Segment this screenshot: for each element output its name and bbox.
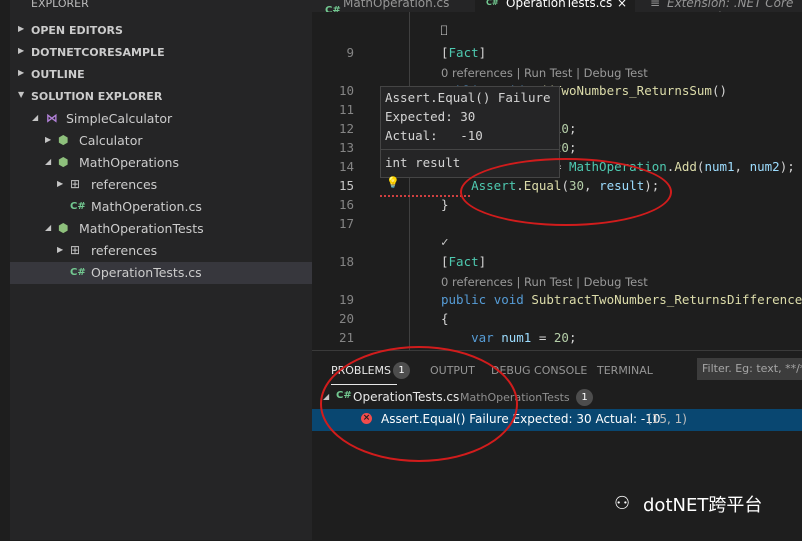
line-number: 13	[338, 140, 354, 155]
line-number: 21	[338, 330, 354, 345]
line-number: 20	[338, 311, 354, 326]
sidebar: EXPLORER ▶ OPEN EDITORS ▶ DOTNETCORESAMP…	[0, 0, 312, 540]
code-line: }	[441, 197, 449, 212]
tree-item-project[interactable]: ▶ ⬢ Calculator	[10, 130, 312, 152]
hover-actual: Actual: -10	[385, 128, 483, 143]
annotation-circle	[320, 346, 518, 462]
visual-studio-icon: ⋈	[46, 111, 58, 125]
tab-math-operation[interactable]: C# MathOperation.cs	[312, 0, 462, 12]
tab-extension[interactable]: ≡ Extension: .NET Core Test Explorer	[640, 0, 802, 12]
code-line: [Fact]	[441, 45, 487, 60]
chevron-right-icon: ▶	[45, 135, 52, 144]
test-passed-icon: ✓	[441, 234, 449, 249]
references-icon: ⊞	[70, 243, 81, 257]
tree-item-label: references	[91, 243, 158, 258]
chevron-down-icon: ◢	[45, 223, 52, 232]
code-line: {	[441, 311, 449, 326]
section-solution-explorer[interactable]: ▼ SOLUTION EXPLORER	[10, 86, 312, 108]
references-icon: ⊞	[70, 177, 81, 191]
tree-item-project[interactable]: ◢ ⬢ MathOperationTests	[10, 218, 312, 240]
wechat-icon: ⚇	[614, 493, 631, 514]
tree-item-label: Calculator	[79, 133, 143, 148]
chevron-right-icon: ▶	[57, 179, 64, 188]
csharp-file-icon: C#	[325, 5, 341, 12]
section-open-editors[interactable]: ▶ OPEN EDITORS	[10, 20, 312, 42]
lightbulb-icon[interactable]: 💡	[386, 176, 400, 189]
section-label: OPEN EDITORS	[31, 24, 123, 37]
activity-bar-edge	[0, 0, 10, 540]
hover-separator	[381, 149, 559, 150]
tab-operation-tests[interactable]: C# OperationTests.cs ×	[475, 0, 635, 12]
section-label: DOTNETCORESAMPLE	[31, 46, 165, 59]
problem-location: (15, 1)	[647, 412, 687, 426]
csharp-project-icon: ⬢	[58, 221, 69, 235]
tree-item-references[interactable]: ▶ ⊞ references	[10, 240, 312, 262]
line-number: 11	[338, 102, 354, 117]
chevron-right-icon: ▶	[18, 68, 25, 77]
line-number: 12	[338, 121, 354, 136]
line-number: 14	[338, 159, 354, 174]
csharp-file-icon: C#	[70, 267, 86, 278]
tab-terminal[interactable]: TERMINAL	[597, 364, 653, 377]
watermark-text: dotNET跨平台	[643, 495, 763, 516]
tab-label: OperationTests.cs	[506, 0, 613, 10]
bracket-marker: ⎕	[441, 26, 448, 37]
chevron-down-icon: ◢	[45, 157, 52, 166]
editor-tab-bar: C# MathOperation.cs C# OperationTests.cs…	[312, 0, 802, 12]
line-number: 18	[338, 254, 354, 269]
annotation-circle	[460, 158, 672, 226]
csharp-file-icon: C#	[486, 0, 499, 7]
line-number: 15	[338, 178, 354, 193]
tree-item-label: OperationTests.cs	[91, 265, 202, 280]
sidebar-title: EXPLORER	[31, 0, 89, 10]
tree-item-references[interactable]: ▶ ⊞ references	[10, 174, 312, 196]
tree-item-label: MathOperations	[79, 155, 179, 170]
close-icon[interactable]: ×	[617, 0, 627, 10]
code-line: var num1 = 20;	[471, 330, 577, 345]
section-label: SOLUTION EXPLORER	[31, 90, 163, 103]
tree-item-label: SimpleCalculator	[66, 111, 173, 126]
line-number: 17	[338, 216, 354, 231]
chevron-down-icon: ◢	[32, 113, 39, 122]
tree-item-project[interactable]: ◢ ⬢ MathOperations	[10, 152, 312, 174]
tree-item-label: MathOperation.cs	[91, 199, 202, 214]
hover-title: Assert.Equal() Failure	[385, 90, 551, 105]
csharp-project-icon: ⬢	[58, 133, 69, 147]
tree-item-label: MathOperationTests	[79, 221, 204, 236]
tree-item-file-selected[interactable]: C# OperationTests.cs	[10, 262, 312, 284]
line-number: 19	[338, 292, 354, 307]
csharp-project-icon: ⬢	[58, 155, 69, 169]
section-outline[interactable]: ▶ OUTLINE	[10, 64, 312, 86]
error-squiggle	[380, 193, 470, 197]
section-label: OUTLINE	[31, 68, 85, 81]
tree-item-solution[interactable]: ◢ ⋈ SimpleCalculator	[10, 108, 312, 130]
tree-item-label: references	[91, 177, 158, 192]
line-number: 9	[346, 45, 354, 60]
chevron-down-icon: ▼	[18, 90, 25, 99]
tab-label: MathOperation.cs	[343, 0, 450, 10]
chevron-right-icon: ▶	[57, 245, 64, 254]
hover-signature: int result	[385, 155, 461, 170]
hover-expected: Expected: 30	[385, 109, 476, 124]
chevron-right-icon: ▶	[18, 24, 25, 33]
line-number: 10	[338, 83, 354, 98]
code-line: public void SubtractTwoNumbers_ReturnsDi…	[441, 292, 802, 307]
problem-count-badge: 1	[576, 389, 593, 406]
tree-item-file[interactable]: C# MathOperation.cs	[10, 196, 312, 218]
code-line: [Fact]	[441, 254, 487, 269]
section-workspace[interactable]: ▶ DOTNETCORESAMPLE	[10, 42, 312, 64]
csharp-file-icon: C#	[70, 201, 86, 212]
line-number: 16	[338, 197, 354, 212]
problems-filter-input[interactable]: Filter. Eg: text, **/*.ts, !**/node_modu…	[697, 358, 802, 380]
code-lens[interactable]: 0 references | Run Test | Debug Test	[441, 66, 648, 80]
extension-icon: ≡	[650, 0, 661, 10]
code-lens[interactable]: 0 references | Run Test | Debug Test	[441, 275, 648, 289]
chevron-right-icon: ▶	[18, 46, 25, 55]
tab-label: Extension: .NET Core Test Explorer	[667, 0, 794, 12]
indent-guide	[409, 12, 410, 350]
